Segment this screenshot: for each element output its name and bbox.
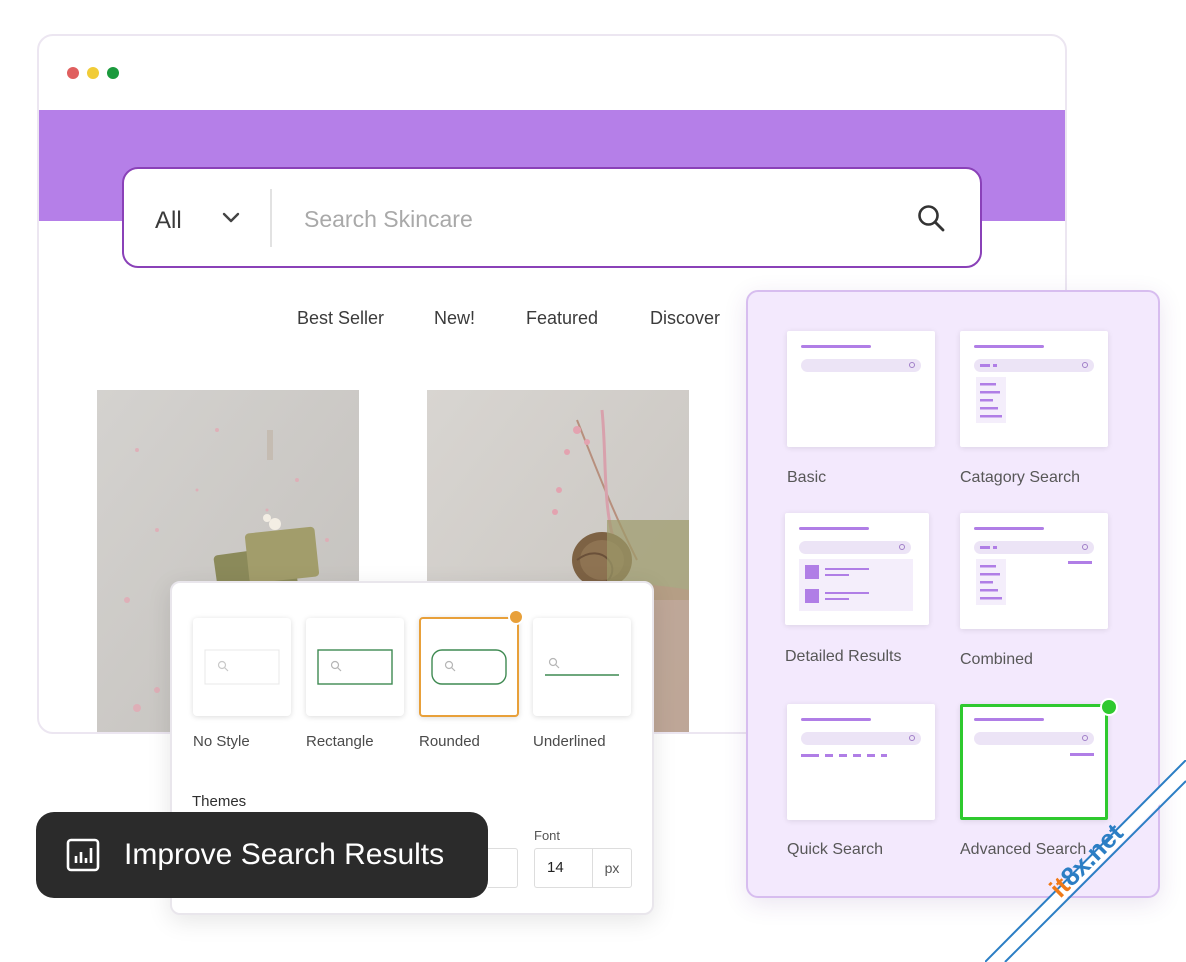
cta-label: Improve Search Results xyxy=(124,838,445,871)
nav-link-best-seller[interactable]: Best Seller xyxy=(297,308,384,329)
layout-label-detailed-results: Detailed Results xyxy=(785,648,902,665)
style-option-no-style[interactable] xyxy=(193,618,291,716)
search-icon[interactable] xyxy=(916,203,946,233)
layout-card-combined[interactable] xyxy=(960,513,1108,629)
style-option-rectangle[interactable] xyxy=(306,618,404,716)
style-label-no-style: No Style xyxy=(193,733,250,750)
layout-card-category-search[interactable] xyxy=(960,331,1108,447)
rounded-preview xyxy=(431,649,507,685)
nav-link-discover[interactable]: Discover xyxy=(650,308,720,329)
nav-link-featured[interactable]: Featured xyxy=(526,308,598,329)
style-label-rectangle: Rectangle xyxy=(306,733,374,750)
layout-card-basic[interactable] xyxy=(787,331,935,447)
style-label-rounded: Rounded xyxy=(419,733,480,750)
search-input[interactable] xyxy=(304,199,864,239)
combined-preview xyxy=(976,546,1092,605)
mini-search-icon xyxy=(909,362,915,368)
category-list-preview xyxy=(976,364,1006,423)
selected-indicator xyxy=(1100,698,1118,716)
font-size-unit: px xyxy=(592,848,632,888)
selected-indicator xyxy=(508,609,524,625)
quick-search-preview xyxy=(801,754,887,757)
bar-chart-icon xyxy=(66,838,100,872)
rectangle-preview xyxy=(317,649,393,685)
category-select-value[interactable]: All xyxy=(155,207,182,235)
theme-select[interactable] xyxy=(488,848,518,888)
search-bar: All xyxy=(122,167,982,268)
search-divider xyxy=(270,189,272,247)
minimize-window-button[interactable] xyxy=(87,67,99,79)
nav-link-new[interactable]: New! xyxy=(434,308,475,329)
watermark-logo: it8x.net xyxy=(985,760,1186,962)
style-option-underlined[interactable] xyxy=(533,618,631,716)
mini-title xyxy=(801,345,871,348)
mini-search-bar xyxy=(801,359,921,372)
style-label-underlined: Underlined xyxy=(533,733,606,750)
layout-label-quick-search: Quick Search xyxy=(787,841,884,858)
detailed-results-preview xyxy=(799,559,913,611)
layout-label-basic: Basic xyxy=(787,469,827,486)
font-size-label: Font xyxy=(534,828,561,843)
underlined-preview xyxy=(545,657,619,676)
layout-card-detailed-results[interactable] xyxy=(785,513,929,625)
watermark-ribbon: it8x.net xyxy=(985,760,1186,962)
chevron-down-icon[interactable] xyxy=(220,207,242,229)
themes-heading: Themes xyxy=(192,793,247,810)
svg-text:it8x.net: it8x.net xyxy=(1043,817,1129,903)
window-controls xyxy=(67,67,119,79)
improve-search-results-button[interactable]: Improve Search Results xyxy=(36,812,488,898)
close-window-button[interactable] xyxy=(67,67,79,79)
layout-label-category-search: Catagory Search xyxy=(960,469,1081,486)
layout-label-combined: Combined xyxy=(960,651,1033,668)
layout-card-quick-search[interactable] xyxy=(787,704,935,820)
style-option-rounded[interactable] xyxy=(419,617,519,717)
maximize-window-button[interactable] xyxy=(107,67,119,79)
font-size-input[interactable]: 14 xyxy=(534,848,592,888)
no-style-preview xyxy=(204,649,280,685)
